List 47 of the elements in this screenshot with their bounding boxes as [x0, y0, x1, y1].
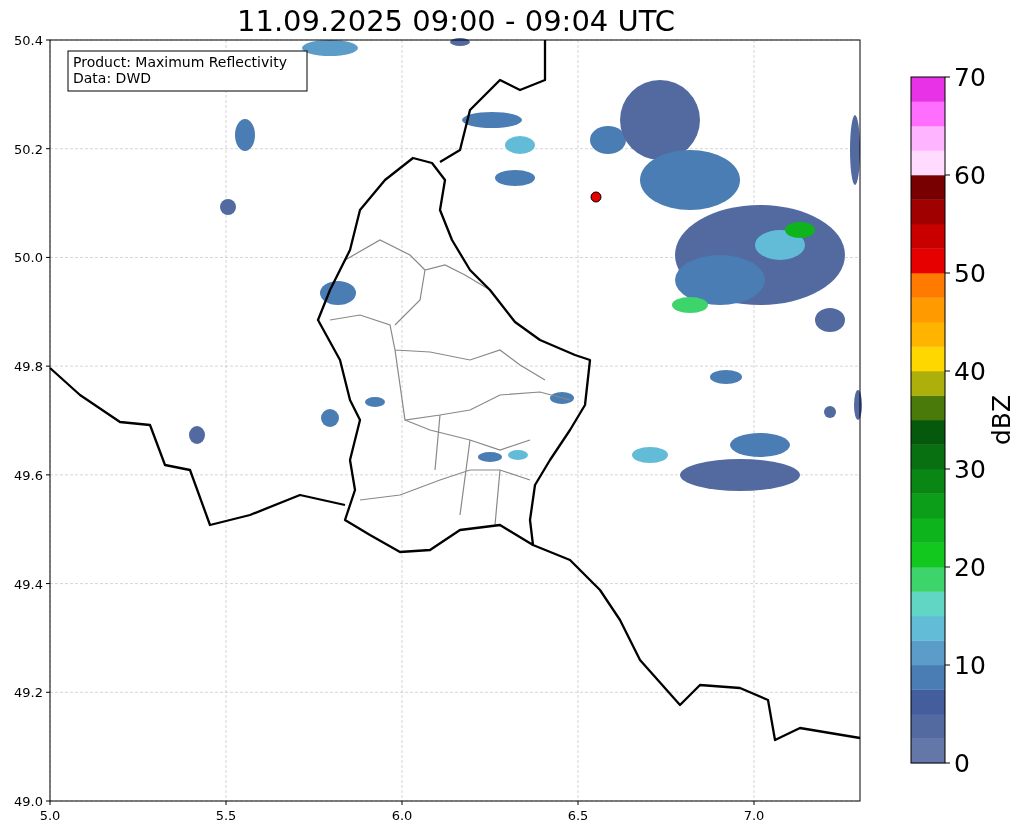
- x-axis-label: 5.5: [215, 808, 237, 823]
- radar-echo: [632, 447, 668, 463]
- radar-echo: [495, 170, 535, 186]
- colorbar-tick-label: 0: [954, 749, 970, 778]
- y-axis-label: 49.2: [14, 685, 43, 701]
- info-text: Product: Maximum Reflectivity: [73, 54, 287, 70]
- x-axis-label: 7.0: [743, 808, 765, 823]
- y-axis-label: 49.0: [14, 794, 43, 809]
- colorbar-tick-label: 70: [954, 63, 986, 92]
- radar-echo: [320, 281, 356, 305]
- radar-echo: [824, 406, 836, 418]
- radar-echo: [850, 115, 860, 185]
- y-axis-label: 49.8: [14, 359, 43, 375]
- radar-echo: [508, 450, 528, 460]
- colorbar-tick-label: 60: [954, 161, 986, 190]
- colorbar-tick-label: 30: [954, 455, 986, 484]
- radar-echo: [220, 199, 236, 215]
- chart-title: 11.09.2025 09:00 - 09:04 UTC: [237, 4, 675, 38]
- y-axis-label: 50.0: [14, 250, 43, 266]
- radar-echo: [478, 452, 502, 462]
- y-axis-label: 50.2: [14, 141, 43, 157]
- x-axis-label: 6.0: [391, 808, 413, 823]
- radar-echo: [730, 433, 790, 457]
- radar-echo: [302, 40, 358, 56]
- radar-echo: [462, 112, 522, 128]
- location-marker: [590, 191, 602, 203]
- radar-echo: [710, 370, 742, 384]
- radar-echo: [505, 136, 535, 154]
- y-axis-label: 49.4: [14, 576, 43, 592]
- y-axis-label: 49.6: [14, 467, 43, 483]
- radar-echo: [365, 397, 385, 407]
- colorbar-tick-label: 20: [954, 553, 986, 582]
- radar-echo: [450, 38, 470, 46]
- x-axis-label: 5.0: [39, 808, 61, 823]
- y-axis-label: 50.4: [14, 33, 43, 48]
- colorbar-tick-label: 40: [954, 357, 986, 386]
- radar-echo: [189, 426, 205, 444]
- colorbar-tick-label: 10: [954, 651, 986, 680]
- radar-echo: [321, 409, 339, 427]
- colorbar-label: dBZ: [987, 394, 1016, 446]
- radar-echo: [815, 308, 845, 332]
- colorbar-tick-label: 50: [954, 259, 986, 288]
- radar-echo: [550, 392, 574, 404]
- info-text: Data: DWD: [73, 70, 151, 86]
- radar-echo: [235, 119, 255, 151]
- x-axis-label: 6.5: [567, 808, 589, 823]
- radar-echo: [854, 390, 862, 420]
